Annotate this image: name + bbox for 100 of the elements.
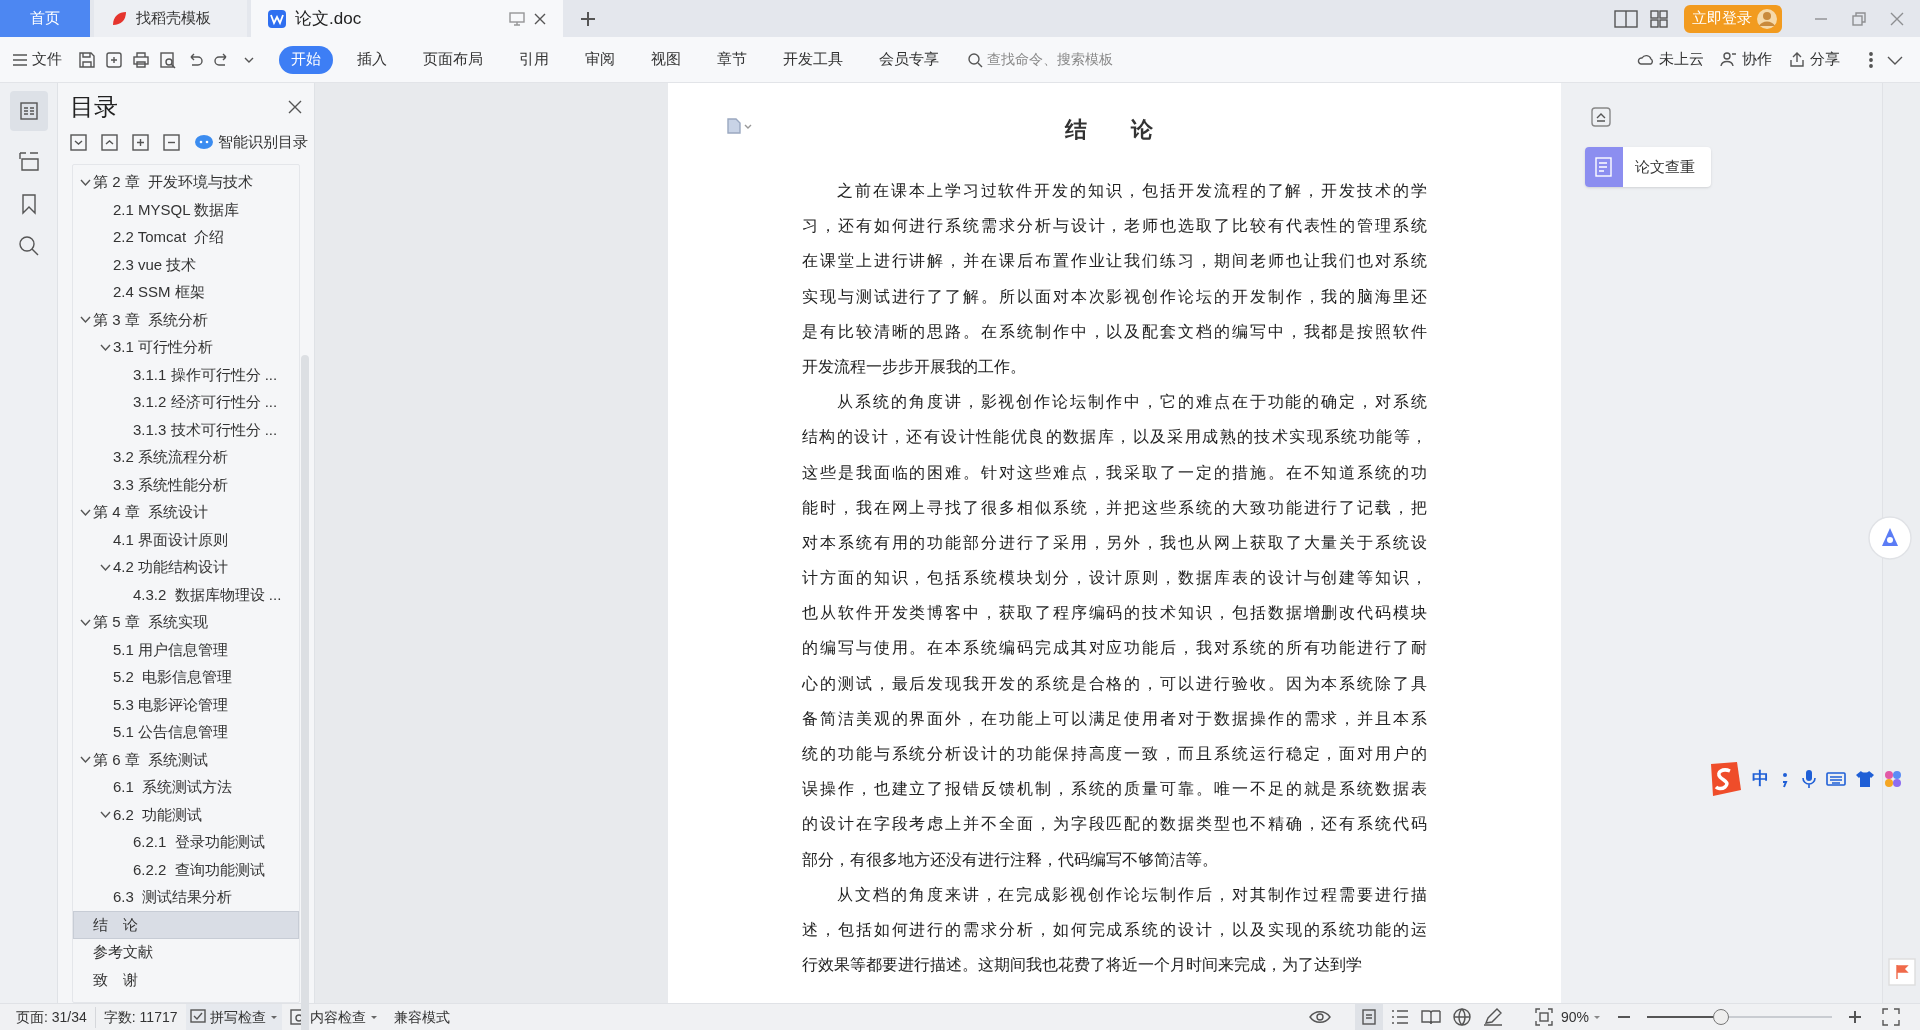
outline-item[interactable]: 3.1 可行性分析 bbox=[73, 333, 299, 361]
share-icon bbox=[1788, 50, 1806, 69]
collapse-all-icon[interactable] bbox=[101, 133, 118, 151]
smart-toc-button[interactable]: 智能识别目录 bbox=[194, 131, 308, 154]
outline-item[interactable]: 3.3 系统性能分析 bbox=[73, 471, 299, 499]
outline-item[interactable]: 6.2.1 登录功能测试 bbox=[73, 828, 299, 856]
zoom-in-icon[interactable] bbox=[1848, 1010, 1862, 1024]
paragraph-line: 从文档的角度来讲，在完成影视创作论坛制作后，对其制作过程需要进行描 bbox=[836, 883, 1427, 906]
outline-item[interactable]: 第 6 章 系统测试 bbox=[73, 746, 299, 774]
keyboard-icon[interactable] bbox=[1826, 771, 1846, 787]
outline-item[interactable]: 2.4 SSM 框架 bbox=[73, 278, 299, 306]
layout-icon[interactable] bbox=[1614, 9, 1638, 28]
scrollbar[interactable] bbox=[301, 354, 309, 1030]
outline-item[interactable]: 5.1 公告信息管理 bbox=[73, 718, 299, 746]
outline-item[interactable]: 5.2 电影信息管理 bbox=[73, 663, 299, 691]
grid-icon[interactable] bbox=[1650, 9, 1668, 28]
outline-item[interactable]: 2.1 MYSQL 数据库 bbox=[73, 196, 299, 224]
shirt-icon[interactable] bbox=[1855, 770, 1875, 788]
eye-icon[interactable] bbox=[1308, 1009, 1331, 1025]
zoom-dropdown[interactable]: 90% bbox=[1560, 1006, 1601, 1028]
outline-item[interactable]: 5.1 用户信息管理 bbox=[73, 636, 299, 664]
ribbon-tab[interactable]: 章节 bbox=[705, 45, 759, 74]
assistant-icon[interactable] bbox=[1868, 516, 1912, 560]
outline-item[interactable]: 3.1.1 操作可行性分 ... bbox=[73, 361, 299, 389]
outline-item[interactable]: 3.1.3 技术可行性分 ... bbox=[73, 416, 299, 444]
slider-thumb[interactable] bbox=[1712, 1009, 1729, 1025]
outline-item[interactable]: 4.2 功能结构设计 bbox=[73, 553, 299, 581]
outline-item[interactable]: 致 谢 bbox=[73, 966, 299, 994]
print-icon[interactable] bbox=[132, 50, 150, 69]
book-icon[interactable] bbox=[1420, 1009, 1441, 1025]
ribbon-tab[interactable]: 页面布局 bbox=[411, 45, 495, 74]
paragraph-line: 的编写与使用。在本系统编码完成其对应功能后，我对系统的所有功能进行了耐 bbox=[802, 637, 1427, 660]
ribbon-tab[interactable]: 引用 bbox=[507, 45, 561, 74]
outline-item[interactable]: 3.1.2 经济可行性分 ... bbox=[73, 388, 299, 416]
outline-item[interactable]: 第 2 章 开发环境与技术 bbox=[73, 168, 299, 196]
outline-item[interactable]: 第 5 章 系统实现 bbox=[73, 608, 299, 636]
paragraph-line: 在课堂上进行讲解，并在课后布置作业让我们练习，期间老师也让我们也对系统 bbox=[802, 250, 1427, 273]
ribbon-tab[interactable]: 插入 bbox=[345, 45, 399, 74]
outline-item[interactable]: 4.3.2 数据库物理设 ... bbox=[73, 581, 299, 609]
feedback-icon[interactable] bbox=[1888, 958, 1916, 986]
apps-icon[interactable] bbox=[1884, 770, 1902, 788]
spell-check-button[interactable]: 拼写检查 bbox=[185, 1004, 282, 1030]
outline-item[interactable]: 6.2 功能测试 bbox=[73, 801, 299, 829]
leaf-icon bbox=[110, 9, 128, 28]
microphone-icon[interactable] bbox=[1801, 769, 1817, 789]
outline-item[interactable]: 第 3 章 系统分析 bbox=[73, 306, 299, 334]
close-icon[interactable] bbox=[288, 100, 302, 114]
paragraph-line: 习，还有如何进行系统需求分析与设计，老师也选取了比较有代表性的管理系统 bbox=[802, 215, 1427, 238]
plagiarism-check-button[interactable]: 论文查重 bbox=[1585, 147, 1711, 187]
fit-icon[interactable] bbox=[1534, 1008, 1553, 1026]
ribbon-tab[interactable]: 开发工具 bbox=[771, 45, 855, 74]
collapse-icon[interactable] bbox=[1591, 107, 1611, 127]
caret-icon bbox=[269, 1013, 278, 1021]
outline-item[interactable]: 结 论 bbox=[73, 911, 299, 939]
avatar-icon bbox=[1756, 7, 1778, 30]
outline-view-icon[interactable] bbox=[1390, 1009, 1409, 1025]
outline-item[interactable]: 参考文献 bbox=[73, 938, 299, 966]
ribbon-tab[interactable]: 开始 bbox=[279, 45, 333, 74]
paragraph-line: 实现与测试进行了了解。所以面对本次影视创作论坛的开发制作，我的脑海里还 bbox=[802, 285, 1427, 308]
save-icon[interactable] bbox=[78, 50, 96, 69]
outline-item[interactable]: 6.1 系统测试方法 bbox=[73, 773, 299, 801]
outline-item[interactable]: 6.3 测试结果分析 bbox=[73, 883, 299, 911]
ribbon-tab[interactable]: 审阅 bbox=[573, 45, 627, 74]
export-icon[interactable] bbox=[105, 50, 123, 69]
zoom-slider[interactable] bbox=[1647, 1008, 1832, 1026]
pen-icon[interactable] bbox=[1482, 1008, 1503, 1026]
fullscreen-icon[interactable] bbox=[1882, 1008, 1900, 1026]
ribbon-tab[interactable]: 视图 bbox=[639, 45, 693, 74]
paragraph-line: 计方面的知识，包括系统模块划分，设计原则，数据库表的设计与创建等知识， bbox=[802, 567, 1427, 590]
outline-item[interactable]: 3.2 系统流程分析 bbox=[73, 443, 299, 471]
plus-icon[interactable] bbox=[132, 133, 149, 151]
outline-item[interactable]: 6.2.2 查询功能测试 bbox=[73, 856, 299, 884]
close-icon[interactable] bbox=[533, 11, 547, 26]
file-menu[interactable]: 文件 bbox=[12, 48, 62, 71]
outline-item[interactable]: 2.3 vue 技术 bbox=[73, 251, 299, 279]
outline-item[interactable]: 2.2 Tomcat 介绍 bbox=[73, 223, 299, 251]
tab[interactable]: 找稻壳模板 bbox=[94, 0, 247, 37]
content-check-button[interactable]: 内容检查 bbox=[281, 1006, 386, 1028]
outline-item[interactable]: 4.1 界面设计原则 bbox=[73, 526, 299, 554]
expand-all-icon[interactable] bbox=[70, 133, 87, 151]
page-view-button[interactable] bbox=[1354, 1003, 1383, 1030]
people-icon bbox=[1720, 50, 1738, 69]
more-icon[interactable] bbox=[1868, 50, 1874, 69]
outline-button[interactable] bbox=[9, 91, 48, 131]
preview-icon[interactable] bbox=[159, 50, 177, 69]
minus-icon[interactable] bbox=[163, 133, 180, 151]
document-heading: 结 论 bbox=[1063, 115, 1165, 144]
toolbar-button[interactable]: 协作 bbox=[1720, 48, 1772, 71]
ime-mode-label[interactable]: 中 bbox=[1752, 766, 1769, 792]
paragraph-line: 这些是我面临的困难。针对这些难点，我采取了一定的措施。在不知道系统的功 bbox=[802, 461, 1427, 484]
tab[interactable]: 论文.doc bbox=[251, 0, 563, 37]
outline-item[interactable]: 第 4 章 系统设计 bbox=[73, 498, 299, 526]
ribbon-tab[interactable]: 会员专享 bbox=[867, 45, 951, 74]
plus-icon[interactable] bbox=[579, 9, 597, 28]
search-icon[interactable] bbox=[17, 235, 40, 257]
outline-item[interactable]: 5.3 电影评论管理 bbox=[73, 691, 299, 719]
toolbar-button[interactable]: 分享 bbox=[1788, 48, 1840, 71]
globe-icon[interactable] bbox=[1452, 1008, 1471, 1026]
toolbar-button[interactable]: 未上云 bbox=[1637, 48, 1704, 71]
search-field[interactable]: 查找命令、搜索模板 bbox=[967, 49, 1167, 70]
